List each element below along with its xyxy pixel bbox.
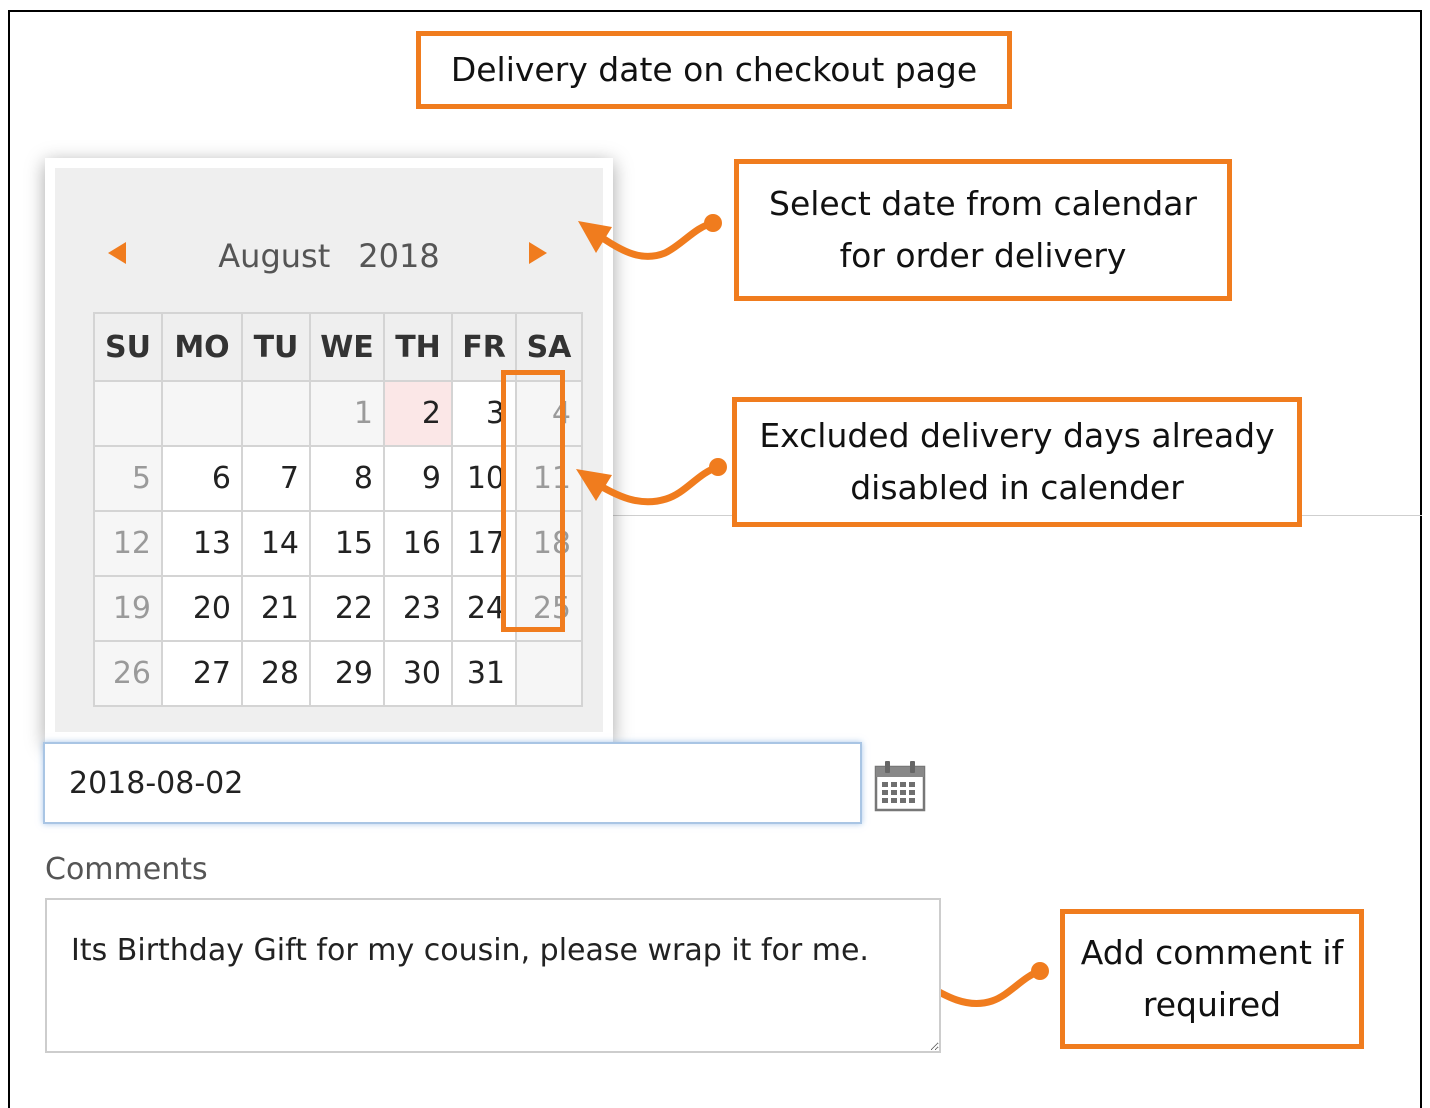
calendar-day[interactable]: 13 [161, 510, 243, 577]
callout-title: Delivery date on checkout page [416, 31, 1012, 109]
calendar-day-disabled: 19 [93, 575, 163, 642]
calendar-day[interactable]: 6 [161, 445, 243, 512]
calendar-day-selected[interactable]: 2 [383, 380, 453, 447]
delivery-date-input[interactable] [43, 742, 862, 824]
calendar-empty-cell [241, 380, 311, 447]
calendar-day[interactable]: 20 [161, 575, 243, 642]
calendar-empty-cell [161, 380, 243, 447]
weekday-header: WE [309, 312, 385, 382]
callout-arrow-icon [576, 458, 727, 506]
calendar-day[interactable]: 31 [451, 640, 517, 707]
weekday-header: MO [161, 312, 243, 382]
calendar-body: 1 2 3 4 5 6 7 8 9 10 11 12 13 14 15 16 17 18 19 20 21 22 23 24 2… [93, 380, 583, 707]
callout-add-comment: Add comment if required [1060, 909, 1364, 1049]
calendar-day[interactable]: 22 [309, 575, 385, 642]
calendar-day-disabled: 25 [515, 575, 583, 642]
year-label: 2018 [358, 237, 440, 275]
calendar-day[interactable]: 15 [309, 510, 385, 577]
calendar-day-disabled: 26 [93, 640, 163, 707]
datepicker-header: August 2018 [55, 226, 603, 286]
calendar-day[interactable]: 10 [451, 445, 517, 512]
weekday-header: SA [515, 312, 583, 382]
calendar-week-row: 5 6 7 8 9 10 11 [93, 445, 583, 512]
calendar-day[interactable]: 21 [241, 575, 311, 642]
calendar-day[interactable]: 3 [451, 380, 517, 447]
calendar-empty-cell [515, 640, 583, 707]
weekday-header: TH [383, 312, 453, 382]
calendar-day[interactable]: 14 [241, 510, 311, 577]
calendar-week-row: 1234 [93, 380, 583, 447]
calendar-day[interactable]: 27 [161, 640, 243, 707]
weekday-header-row: SU MO TU WE TH FR SA [93, 312, 583, 382]
calendar-empty-cell [93, 380, 163, 447]
calendar-day[interactable]: 9 [383, 445, 453, 512]
calendar-day-disabled: 1 [309, 380, 385, 447]
calendar-week-row: 26 27 28 29 30 31 [93, 640, 583, 707]
calendar-day[interactable]: 17 [451, 510, 517, 577]
calendar-day[interactable]: 16 [383, 510, 453, 577]
weekday-header: SU [93, 312, 163, 382]
calendar-grid: SU MO TU WE TH FR SA 1 2 3 4 5 6 7 8 9 10 11 12 13 14 15 16 17… [93, 312, 583, 707]
datepicker-panel: August 2018 SU MO TU WE TH FR SA 1 2 3 4 5 6 7 8 9 10 11… [55, 168, 603, 732]
callout-select-date: Select date from calendar for order deli… [734, 159, 1232, 301]
month-label: August [218, 237, 331, 275]
calendar-day-disabled: 12 [93, 510, 163, 577]
weekday-header: TU [241, 312, 311, 382]
calendar-day[interactable]: 23 [383, 575, 453, 642]
calendar-day[interactable]: 8 [309, 445, 385, 512]
comments-label: Comments [45, 852, 208, 887]
calendar-day-disabled: 5 [93, 445, 163, 512]
calendar-day-disabled: 4 [515, 380, 583, 447]
calendar-day[interactable]: 7 [241, 445, 311, 512]
callout-arrow-icon [578, 214, 722, 260]
calendar-week-row: 19 20 21 22 23 24 25 [93, 575, 583, 642]
calendar-icon[interactable] [872, 758, 928, 814]
calendar-day[interactable]: 30 [383, 640, 453, 707]
calendar-day[interactable]: 24 [451, 575, 517, 642]
calendar-day[interactable]: 29 [309, 640, 385, 707]
calendar-day[interactable]: 28 [241, 640, 311, 707]
datepicker-popup: August 2018 SU MO TU WE TH FR SA 1 2 3 4 5 6 7 8 9 10 11… [45, 158, 613, 742]
calendar-week-row: 12 13 14 15 16 17 18 [93, 510, 583, 577]
comments-textarea[interactable]: Its Birthday Gift for my cousin, please … [45, 898, 941, 1053]
next-month-icon[interactable] [529, 242, 547, 264]
callout-excluded-days: Excluded delivery days already disabled … [732, 397, 1302, 527]
weekday-header: FR [451, 312, 517, 382]
